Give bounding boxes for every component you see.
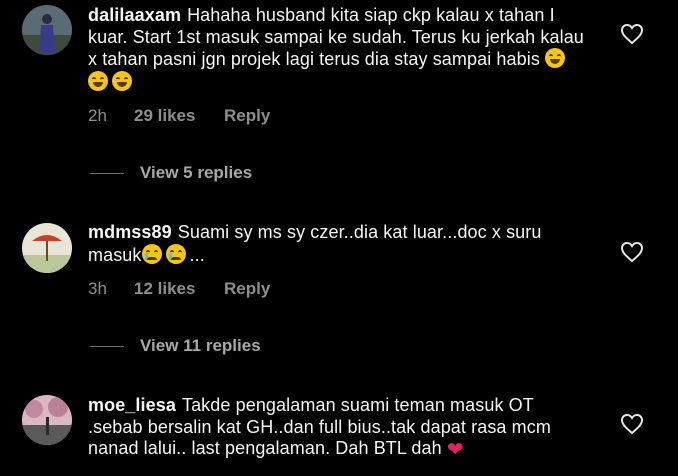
likes-count[interactable]: 29 likes — [134, 106, 224, 126]
comment-text: moe_liesa Takde pengalaman suami teman ma… — [88, 395, 588, 462]
avatar[interactable] — [22, 5, 72, 55]
heart-icon[interactable] — [620, 241, 644, 263]
reply-button[interactable]: Reply — [224, 106, 270, 126]
timestamp: 2h — [88, 106, 107, 125]
rofl-emoji — [112, 70, 132, 91]
view-replies-label: View 5 replies — [140, 163, 253, 182]
view-replies-label: View 11 replies — [140, 336, 261, 355]
heart-icon[interactable] — [620, 413, 644, 435]
timestamp: 3h — [88, 279, 107, 298]
likes-count[interactable]: 12 likes — [134, 279, 224, 299]
comment-text: mdmss89 Suami sy ms sy czer..dia kat luar… — [88, 222, 588, 266]
crying-emoji — [165, 243, 186, 264]
rofl-emoji — [88, 70, 108, 91]
username[interactable]: moe_liesa — [88, 395, 176, 415]
rofl-emoji — [545, 48, 566, 68]
comment-meta: 3h 12 likes Reply — [88, 279, 270, 299]
reply-button[interactable]: Reply — [224, 279, 270, 299]
divider — [90, 345, 124, 347]
username[interactable]: mdmss89 — [88, 222, 172, 242]
avatar[interactable] — [22, 223, 72, 273]
crying-emoji — [141, 243, 162, 264]
red-heart-emoji: ❤ — [446, 439, 464, 461]
comment-meta: 2h 29 likes Reply — [88, 106, 270, 126]
avatar[interactable] — [22, 395, 72, 445]
heart-icon[interactable] — [620, 23, 644, 45]
comment-text: dalilaaxam Hahaha husband kita siap ckp k… — [88, 5, 588, 93]
view-replies-button[interactable]: View 11 replies — [90, 336, 261, 356]
view-replies-button[interactable]: View 5 replies — [90, 163, 252, 183]
divider — [90, 172, 124, 174]
username[interactable]: dalilaaxam — [88, 5, 181, 25]
comment-suffix: ... — [189, 244, 205, 265]
